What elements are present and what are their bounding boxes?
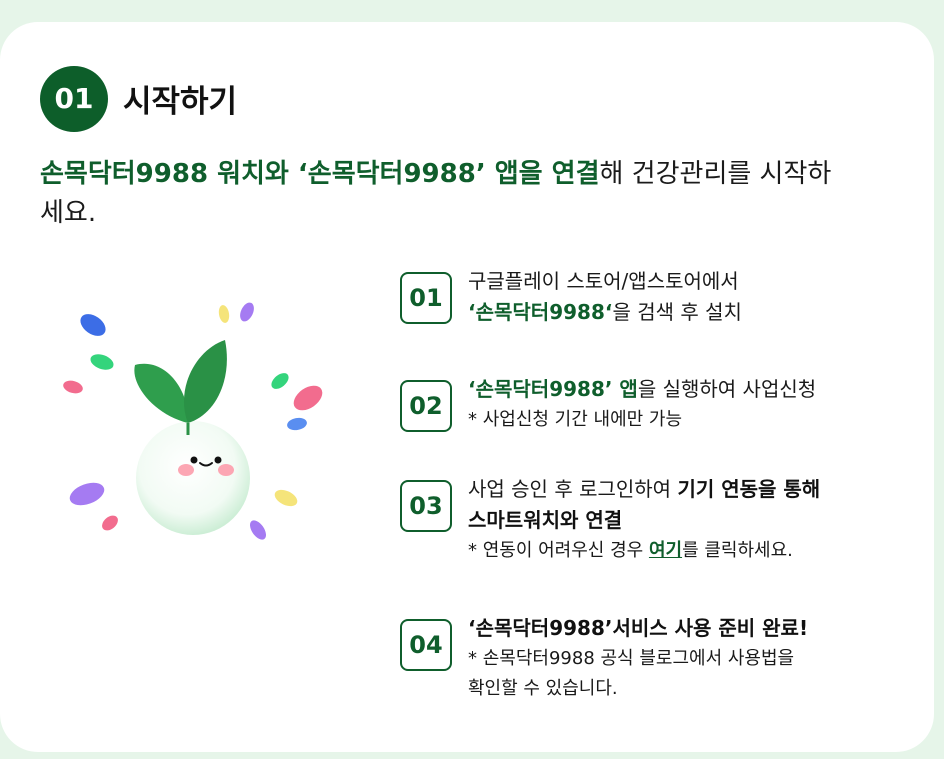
step-number-badge: 02 — [400, 380, 452, 432]
help-link[interactable]: 여기 — [649, 540, 682, 561]
step-line: 사업 승인 후 로그인하여 기기 연동을 통해 — [468, 474, 898, 505]
section-number-badge: 01 — [40, 66, 108, 132]
intro-line2: 세요. — [40, 198, 97, 228]
note-text: * 연동이 어려우신 경우 — [468, 540, 649, 561]
sprout-character-icon — [63, 302, 323, 540]
intro-rest: 해 건강관리를 시작하 — [599, 159, 832, 189]
intro-highlight: 손목닥터9988 워치와 ‘손목닥터9988’ 앱을 연결 — [40, 159, 600, 189]
step-line-rest: 을 검색 후 설치 — [612, 300, 742, 324]
step-note: * 손목닥터9988 공식 블로그에서 사용법을 — [468, 648, 795, 669]
step-number-badge: 04 — [400, 619, 452, 671]
step-note: * 사업신청 기간 내에만 가능 — [468, 409, 683, 430]
step-line-bold: 스마트워치와 연결 — [468, 508, 623, 532]
step-number-badge: 03 — [400, 480, 452, 532]
step-line: ‘손목닥터9988‘을 검색 후 설치 — [468, 297, 898, 328]
step-note: * 연동이 어려우신 경우 여기를 클릭하세요. — [468, 536, 898, 566]
step-line-plain: 사업 승인 후 로그인하여 — [468, 477, 678, 501]
step-number-badge: 01 — [400, 272, 452, 324]
step-title: ‘손목닥터9988’서비스 사용 준비 완료! — [468, 616, 809, 640]
section-title: 시작하기 — [123, 84, 238, 120]
step-note: 확인할 수 있습니다. — [468, 678, 618, 699]
step-line-rest: 을 실행하여 사업신청 — [637, 377, 817, 401]
step-line: 구글플레이 스토어/앱스토어에서 — [468, 269, 739, 293]
step-line-bold: 기기 연동을 통해 — [677, 477, 821, 501]
note-text: 를 클릭하세요. — [682, 540, 793, 561]
step-line: ‘손목닥터9988’ 앱을 실행하여 사업신청 — [468, 374, 898, 405]
intro-text: 손목닥터9988 워치와 ‘손목닥터9988’ 앱을 연결해 건강관리를 시작하… — [40, 155, 890, 233]
app-name: ‘손목닥터9988’ 앱 — [468, 377, 638, 401]
app-name: ‘손목닥터9988‘ — [468, 300, 613, 324]
